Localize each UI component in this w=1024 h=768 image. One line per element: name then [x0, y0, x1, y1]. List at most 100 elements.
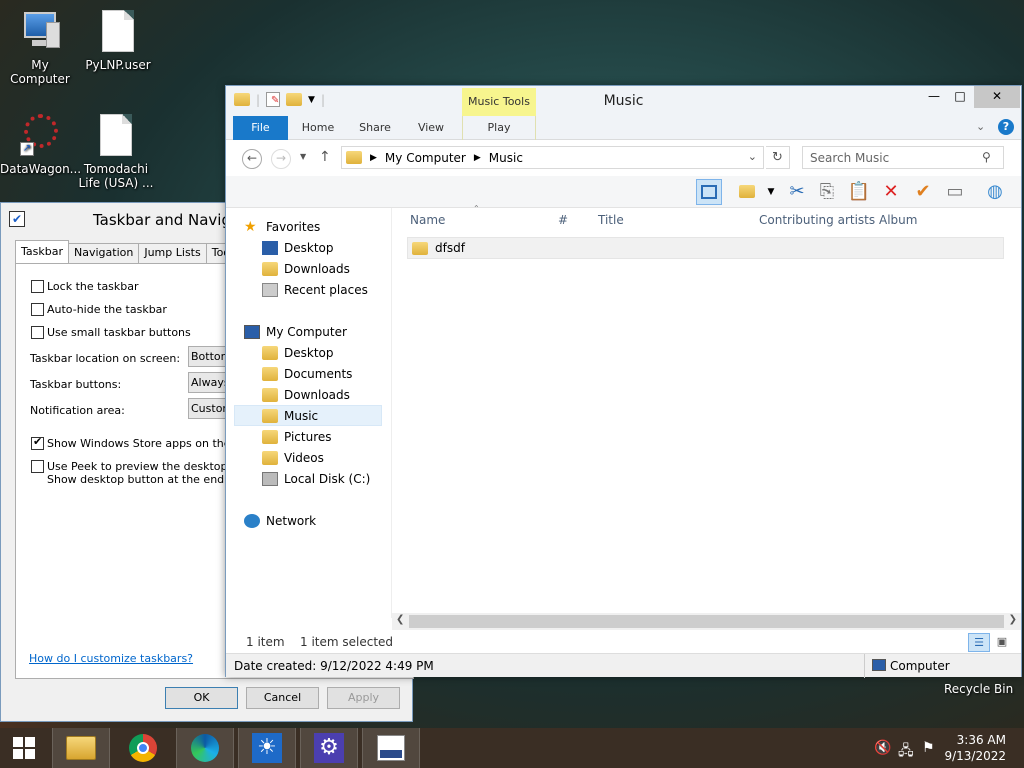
desktop-icon-label: PyLNP.user [85, 58, 151, 72]
expand-ribbon-icon[interactable]: ⌄ [976, 120, 985, 133]
nav-videos[interactable]: Videos [262, 447, 426, 468]
details-view-icon[interactable]: ☰ [968, 633, 990, 652]
taskbar-chrome[interactable] [114, 728, 172, 768]
taskbar-dialog-app[interactable] [362, 728, 420, 768]
disk-icon [262, 471, 278, 486]
delete-icon[interactable]: ✕ [878, 179, 904, 205]
taskbar-explorer[interactable] [52, 728, 110, 768]
lock-taskbar-checkbox[interactable]: Lock the taskbar [31, 280, 139, 293]
file-row[interactable]: dfsdf [407, 237, 1004, 259]
checkbox-box[interactable] [31, 435, 44, 450]
apply-button[interactable]: Apply [327, 687, 400, 709]
copy-icon[interactable]: ⎘ [814, 179, 840, 205]
nav-local-disk[interactable]: Local Disk (C:) [262, 468, 426, 489]
close-button[interactable]: ✕ [974, 86, 1020, 108]
paste-icon[interactable]: 📋 [846, 179, 872, 205]
folder-options-icon[interactable] [734, 179, 760, 205]
small-buttons-checkbox[interactable]: Use small taskbar buttons [31, 326, 191, 339]
recent-locations-icon[interactable]: ▼ [300, 152, 306, 161]
forward-button[interactable]: → [271, 149, 291, 169]
scroll-left-icon[interactable]: ❮ [396, 614, 404, 625]
explorer-titlebar[interactable]: | ✎ ▼ | Music Tools Music — □ ✕ [226, 86, 1021, 116]
nav-network[interactable]: Network [244, 510, 408, 531]
nav-favorites[interactable]: ★ Favorites [244, 216, 408, 237]
cancel-button[interactable]: Cancel [246, 687, 319, 709]
column-header-name[interactable]: Name [410, 208, 445, 232]
nav-downloads[interactable]: Downloads [262, 384, 426, 405]
checkbox-box[interactable] [31, 326, 44, 339]
address-dropdown-icon[interactable]: ⌄ [748, 150, 757, 163]
separator [864, 654, 865, 678]
help-link[interactable]: How do I customize taskbars? [29, 652, 193, 665]
breadcrumb-separator[interactable]: ▶ [474, 153, 481, 163]
nav-music[interactable]: Music [234, 405, 382, 426]
dropdown-icon[interactable]: ▼ [758, 179, 784, 205]
cut-icon[interactable]: ✂ [784, 179, 810, 205]
tab-play[interactable]: Play [462, 116, 536, 140]
nav-my-computer[interactable]: My Computer [244, 321, 408, 342]
nav-desktop[interactable]: Desktop [262, 342, 426, 363]
column-header-number[interactable]: # [558, 208, 568, 232]
preview-pane-icon[interactable] [696, 179, 722, 205]
tab-file[interactable]: File [233, 116, 288, 140]
nav-fav-desktop[interactable]: Desktop [262, 237, 426, 258]
clock-date: 9/13/2022 [944, 749, 1006, 763]
nav-fav-downloads[interactable]: Downloads [262, 258, 426, 279]
column-header-title[interactable]: Title [598, 208, 624, 232]
checkbox-box[interactable] [31, 460, 44, 473]
desktop-icon-datawagon[interactable]: ↗ DataWagon... [0, 114, 81, 176]
help-icon[interactable]: ? [998, 119, 1014, 135]
breadcrumb-separator[interactable]: ▶ [370, 153, 377, 163]
desktop-icon-my-computer[interactable]: My Computer [0, 10, 80, 86]
clock-time: 3:36 AM [956, 733, 1006, 747]
nav-label: Local Disk (C:) [284, 471, 371, 486]
taskbar-settings[interactable]: ⚙ [300, 728, 358, 768]
desktop-icon-pylnp[interactable]: PyLNP.user [78, 10, 158, 72]
refresh-button[interactable]: ↻ [766, 146, 790, 169]
minimize-button[interactable]: — [922, 86, 946, 108]
window-title: Music [603, 93, 644, 109]
breadcrumb-music[interactable]: Music [489, 151, 523, 165]
date-created: Date created: 9/12/2022 4:49 PM [234, 659, 434, 673]
network-tray-icon[interactable]: 🖧 [898, 740, 914, 764]
ok-button[interactable]: OK [165, 687, 238, 709]
nav-label: Recent places [284, 282, 368, 297]
search-input[interactable]: Search Music [802, 146, 1004, 169]
breadcrumb-my-computer[interactable]: My Computer [385, 151, 466, 165]
globe-icon[interactable]: ◍ [982, 179, 1008, 205]
taskbar-edge[interactable] [176, 728, 234, 768]
auto-hide-checkbox[interactable]: Auto-hide the taskbar [31, 303, 167, 316]
tab-view[interactable]: View [410, 116, 452, 140]
back-button[interactable]: ← [242, 149, 262, 169]
tab-home[interactable]: Home [296, 116, 340, 140]
recent-places-icon [262, 282, 278, 297]
horizontal-scrollbar[interactable]: ❮ ❯ [392, 613, 1021, 630]
tab-taskbar[interactable]: Taskbar [15, 240, 69, 263]
recycle-bin-label[interactable]: Recycle Bin [944, 682, 1013, 696]
tab-share[interactable]: Share [354, 116, 396, 140]
start-button[interactable] [0, 728, 48, 768]
scroll-thumb[interactable] [409, 615, 1004, 628]
checkmark-icon[interactable]: ✔ [910, 179, 936, 205]
nav-fav-recent[interactable]: Recent places [262, 279, 426, 300]
clock[interactable]: 3:36 AM 9/13/2022 [944, 732, 1006, 764]
action-center-icon[interactable]: ⚑ [922, 740, 935, 756]
nav-documents[interactable]: Documents [262, 363, 426, 384]
address-bar[interactable]: ▶ My Computer ▶ Music ⌄ [341, 146, 764, 169]
maximize-button[interactable]: □ [948, 86, 972, 108]
folder-icon [262, 450, 278, 465]
scroll-right-icon[interactable]: ❯ [1009, 614, 1017, 625]
column-header-album[interactable]: Album [879, 208, 917, 232]
taskbar-app-sun[interactable]: ☀ [238, 728, 296, 768]
desktop-icon-tomodachi[interactable]: Tomodachi Life (USA) ... [76, 114, 156, 190]
large-icons-view-icon[interactable]: ▣ [992, 633, 1012, 652]
volume-muted-icon[interactable]: 🔇 [874, 740, 891, 756]
checkbox-box[interactable] [31, 280, 44, 293]
tab-jump-lists[interactable]: Jump Lists [138, 243, 207, 263]
rename-icon[interactable]: ▭ [942, 179, 968, 205]
column-header-artists[interactable]: Contributing artists [759, 208, 875, 232]
up-button[interactable]: ↑ [319, 149, 331, 165]
nav-pictures[interactable]: Pictures [262, 426, 426, 447]
tab-navigation[interactable]: Navigation [68, 243, 140, 263]
checkbox-box[interactable] [31, 303, 44, 316]
